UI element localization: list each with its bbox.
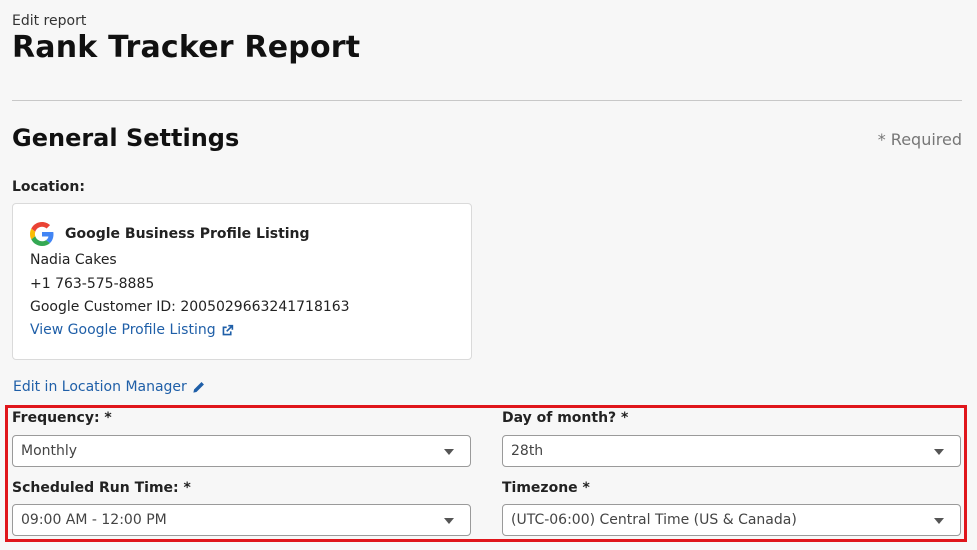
location-type: Google Business Profile Listing bbox=[65, 226, 310, 242]
timezone-label: Timezone * bbox=[502, 480, 590, 496]
pencil-icon bbox=[193, 381, 204, 393]
view-google-profile-link[interactable]: View Google Profile Listing bbox=[30, 322, 234, 338]
frequency-label: Frequency: * bbox=[12, 410, 112, 426]
required-note: * Required bbox=[877, 130, 962, 149]
location-label: Location: bbox=[12, 179, 85, 195]
location-card: Google Business Profile Listing Nadia Ca… bbox=[12, 203, 472, 360]
timezone-select[interactable]: (UTC-06:00) Central Time (US & Canada) bbox=[502, 504, 961, 536]
google-g-icon bbox=[30, 222, 54, 246]
edit-location-manager-link-text: Edit in Location Manager bbox=[13, 379, 187, 395]
day-of-month-select[interactable]: 28th bbox=[502, 435, 961, 467]
run-time-select[interactable]: 09:00 AM - 12:00 PM bbox=[12, 504, 471, 536]
frequency-value: Monthly bbox=[21, 443, 78, 459]
run-time-label: Scheduled Run Time: * bbox=[12, 480, 191, 496]
frequency-select[interactable]: Monthly bbox=[12, 435, 471, 467]
business-phone: +1 763-575-8885 bbox=[30, 276, 155, 292]
page-eyebrow: Edit report bbox=[12, 13, 87, 29]
view-google-profile-link-text: View Google Profile Listing bbox=[30, 322, 216, 338]
chevron-down-icon bbox=[444, 518, 454, 524]
chevron-down-icon bbox=[934, 518, 944, 524]
external-link-icon bbox=[222, 324, 233, 335]
business-name: Nadia Cakes bbox=[30, 252, 117, 268]
header-divider bbox=[12, 100, 962, 101]
day-of-month-label: Day of month? * bbox=[502, 410, 629, 426]
google-customer-id: Google Customer ID: 2005029663241718163 bbox=[30, 299, 350, 315]
timezone-value: (UTC-06:00) Central Time (US & Canada) bbox=[511, 512, 797, 528]
section-title: General Settings bbox=[12, 124, 240, 152]
chevron-down-icon bbox=[444, 449, 454, 455]
edit-location-manager-link[interactable]: Edit in Location Manager bbox=[13, 379, 205, 395]
view-profile-row: View Google Profile Listing bbox=[30, 322, 234, 338]
location-card-header: Google Business Profile Listing bbox=[30, 222, 310, 246]
day-of-month-value: 28th bbox=[511, 443, 544, 459]
chevron-down-icon bbox=[934, 449, 944, 455]
edit-report-page: Edit report Rank Tracker Report General … bbox=[0, 0, 977, 550]
page-title: Rank Tracker Report bbox=[12, 30, 361, 65]
run-time-value: 09:00 AM - 12:00 PM bbox=[21, 512, 167, 528]
